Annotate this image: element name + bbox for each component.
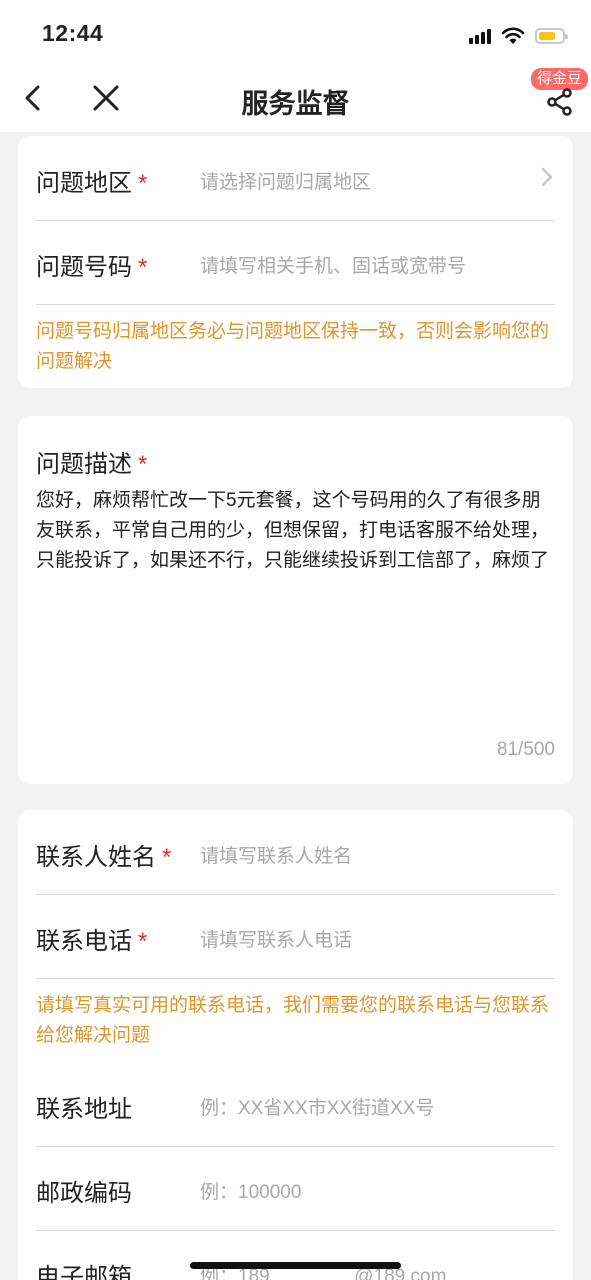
contact-phone-label: 联系电话 * — [36, 928, 148, 955]
wifi-icon — [501, 27, 525, 44]
share-icon[interactable] — [544, 86, 576, 118]
description-card: 问题描述 * 您好，麻烦帮忙改一下5元套餐，这个号码用的久了有很多朋友联系，平常自… — [18, 416, 573, 784]
region-select[interactable]: 请选择问题归属地区 — [200, 167, 371, 194]
status-time: 12:44 — [42, 20, 104, 46]
status-icons — [469, 24, 568, 48]
contact-info-card: 联系人姓名 * 请填写联系人姓名 联系电话 * 请填写联系人电话 请填写真实可用的联… — [18, 810, 573, 1280]
description-label: 问题描述 * — [36, 451, 148, 478]
problem-info-card: 问题地区 * 请选择问题归属地区 问题号码 * 请填写相关手机、固话或宽带号 问题号… — [18, 136, 573, 388]
address-row[interactable]: 联系地址 例：XX省XX市XX街道XX号 — [36, 1062, 555, 1147]
number-input[interactable]: 请填写相关手机、固话或宽带号 — [200, 251, 466, 278]
email-label: 电子邮箱 — [36, 1264, 132, 1280]
screen: 12:44 服务监督 得金豆 问题地区 * 请选择问题归属地区 问题号码 * 请… — [0, 0, 591, 1280]
address-input[interactable]: 例：XX省XX市XX街道XX号 — [200, 1093, 434, 1120]
contact-phone-input[interactable]: 请填写联系人电话 — [200, 925, 352, 952]
number-hint: 问题号码归属地区务必与问题地区保持一致，否则会影响您的问题解决 — [36, 321, 550, 372]
postcode-input[interactable]: 例：100000 — [200, 1177, 301, 1204]
required-mark: * — [138, 254, 148, 281]
email-row[interactable]: 电子邮箱 例：189________@189.com — [36, 1230, 555, 1280]
contact-name-row[interactable]: 联系人姓名 * 请填写联系人姓名 — [36, 810, 555, 895]
character-count: 81/500 — [496, 739, 555, 760]
contact-name-label: 联系人姓名 * — [36, 844, 172, 871]
postcode-row[interactable]: 邮政编码 例：100000 — [36, 1146, 555, 1231]
postcode-label: 邮政编码 — [36, 1180, 132, 1207]
page-title: 服务监督 — [241, 89, 350, 119]
nav-bar: 服务监督 得金豆 — [0, 66, 591, 132]
home-indicator — [190, 1262, 401, 1269]
address-label: 联系地址 — [36, 1096, 132, 1123]
contact-phone-row[interactable]: 联系电话 * 请填写联系人电话 — [36, 894, 555, 979]
required-mark: * — [138, 928, 148, 955]
status-bar: 12:44 — [0, 0, 591, 66]
chevron-right-icon — [541, 167, 553, 187]
number-row[interactable]: 问题号码 * 请填写相关手机、固话或宽带号 — [36, 220, 555, 305]
cellular-signal-icon — [469, 28, 491, 44]
required-mark: * — [138, 451, 148, 478]
contact-name-input[interactable]: 请填写联系人姓名 — [200, 841, 352, 868]
required-mark: * — [138, 170, 148, 197]
battery-icon — [535, 28, 568, 44]
description-textarea[interactable]: 您好，麻烦帮忙改一下5元套餐，这个号码用的久了有很多朋友联系，平常自己用的少，但… — [36, 486, 555, 576]
number-label: 问题号码 * — [36, 254, 148, 281]
region-row[interactable]: 问题地区 * 请选择问题归属地区 — [36, 136, 555, 221]
required-mark: * — [162, 844, 172, 871]
contact-phone-hint: 请填写真实可用的联系电话，我们需要您的联系电话与您联系给您解决问题 — [36, 995, 550, 1046]
region-label: 问题地区 * — [36, 170, 148, 197]
